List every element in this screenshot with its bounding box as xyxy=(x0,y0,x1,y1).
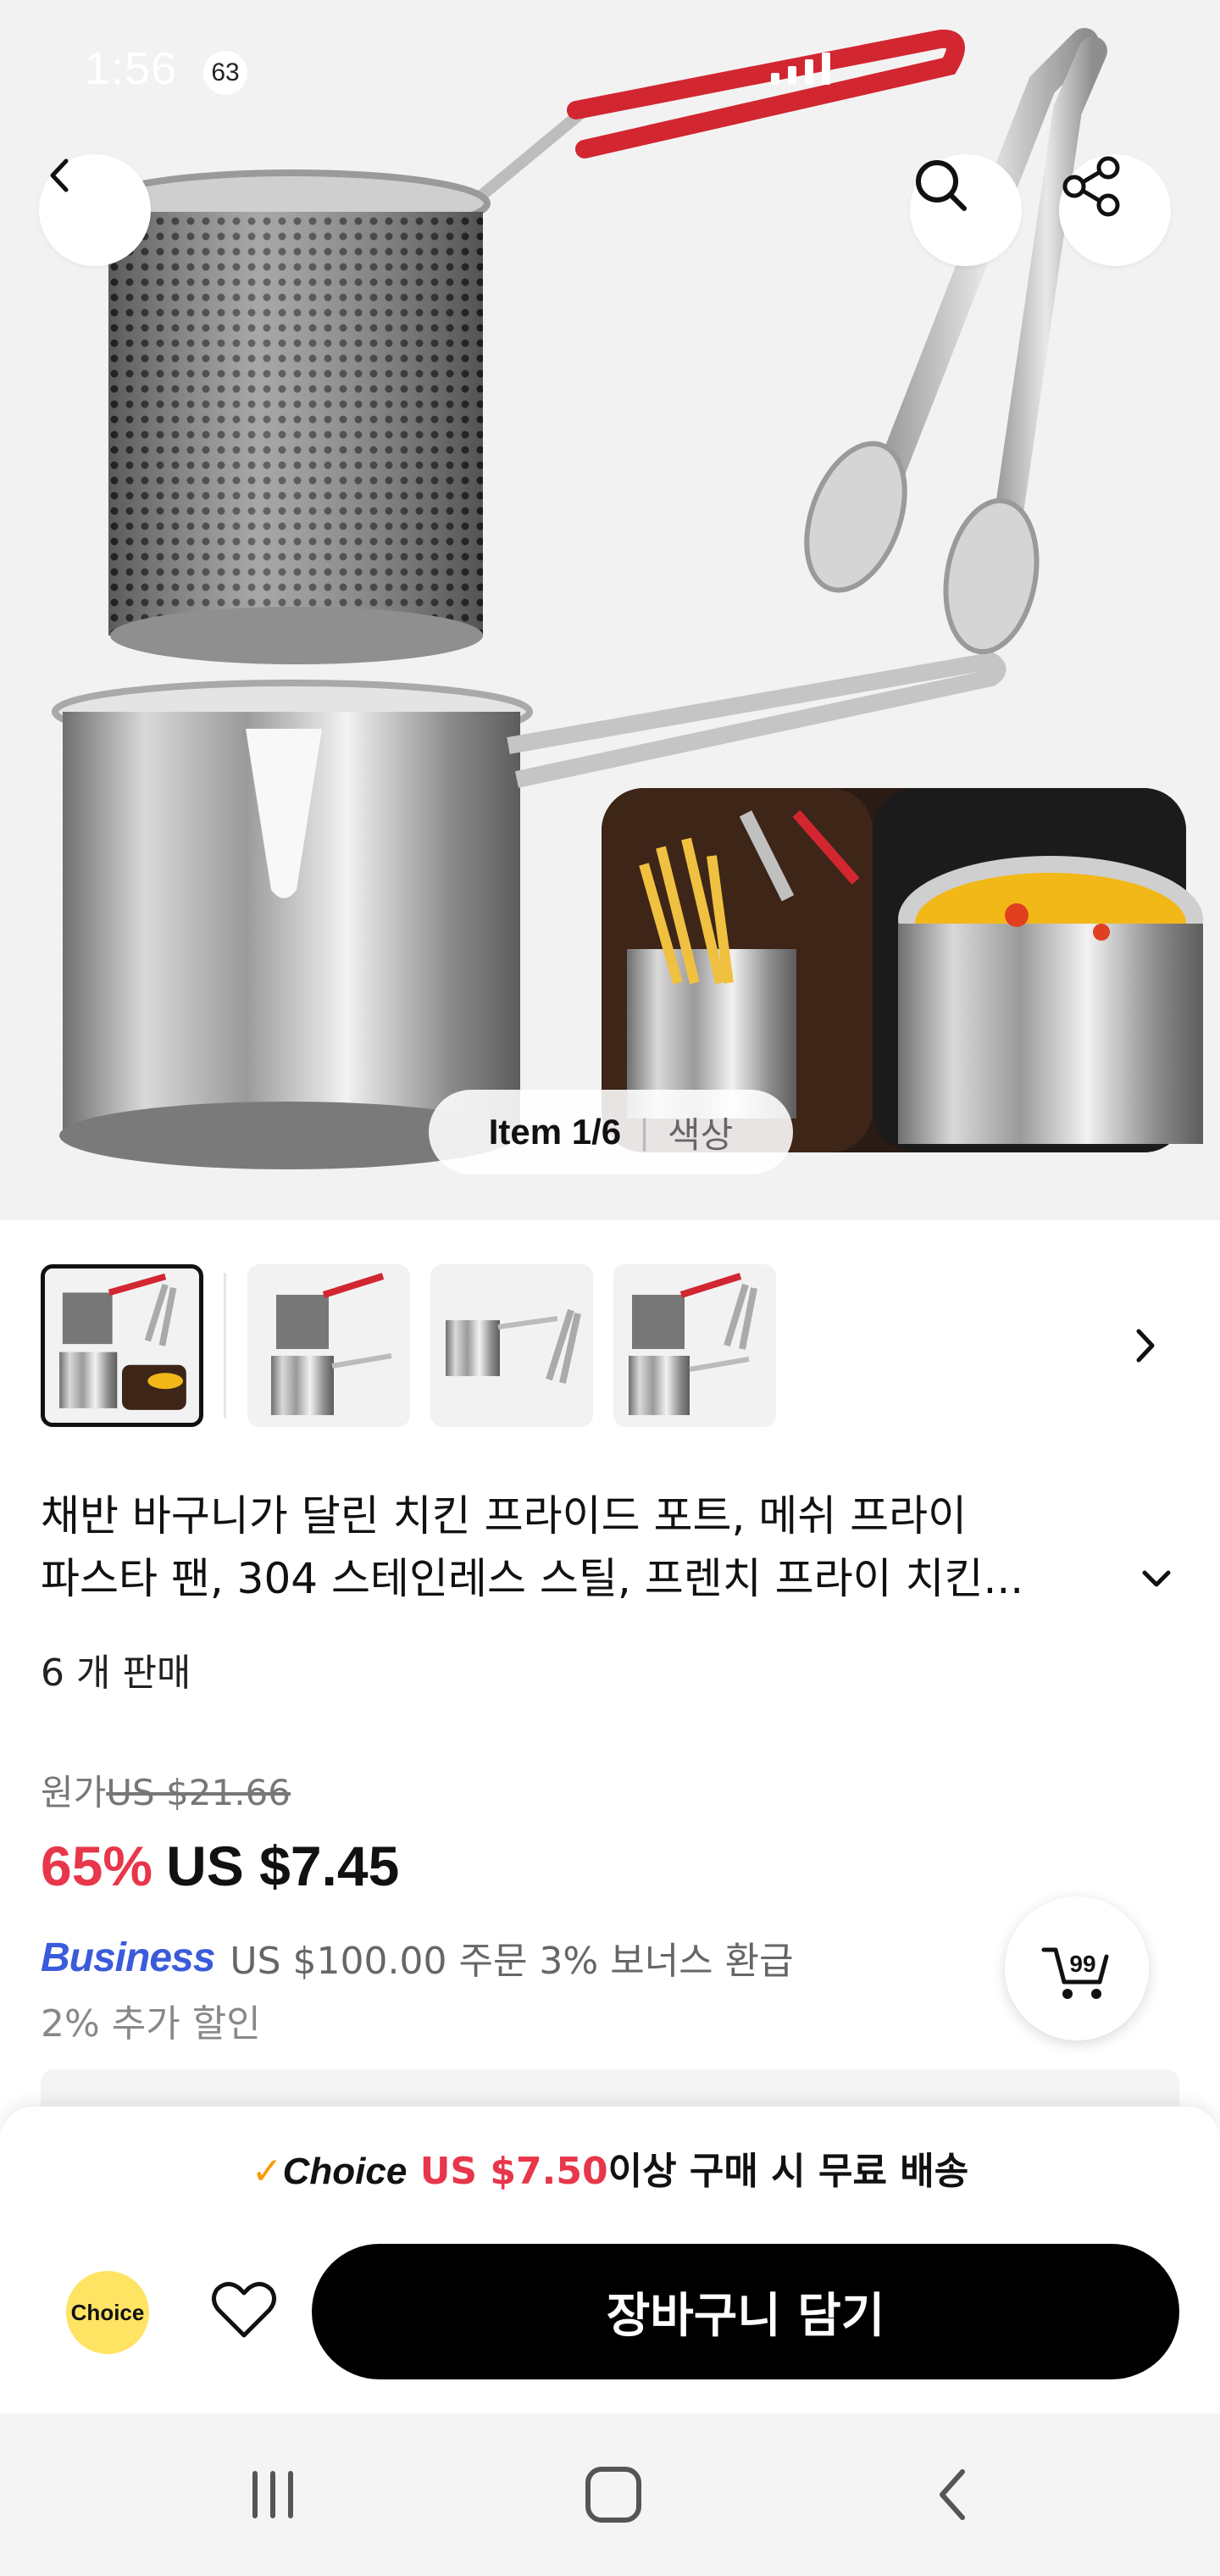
share-icon xyxy=(1062,156,1120,217)
search-button[interactable] xyxy=(910,154,1022,266)
thumbnail-image xyxy=(446,1308,581,1384)
product-image xyxy=(52,28,1203,1169)
thumbnail-image xyxy=(629,1273,757,1415)
free-shipping-threshold: US $7.50 xyxy=(419,2150,608,2193)
original-price: 원가US $21.66 xyxy=(41,1764,291,1816)
free-shipping-banner: ✓Choice US $7.50이상 구매 시 무료 배송 xyxy=(0,2140,1220,2195)
thumbnail-divider xyxy=(224,1273,226,1418)
system-back-button[interactable] xyxy=(903,2444,1005,2545)
thumbnail-image xyxy=(271,1273,392,1415)
thumbnail-2[interactable] xyxy=(247,1264,410,1427)
thumbnail-3[interactable] xyxy=(430,1264,593,1427)
back-button[interactable] xyxy=(39,154,151,266)
discount-percent: 65% xyxy=(41,1835,153,1897)
chevron-right-icon xyxy=(1136,1329,1155,1363)
signal-icon xyxy=(771,53,830,85)
extra-discount: 2% 추가 할인 xyxy=(41,2002,261,2046)
chevron-down-icon xyxy=(1142,1570,1171,1587)
search-icon xyxy=(916,160,967,211)
pill-divider: | xyxy=(640,1112,650,1152)
business-logo: Business xyxy=(41,1935,215,1980)
product-title[interactable]: 채반 바구니가 달린 치킨 프라이드 포트, 메쉬 프라이 파스타 팬, 304… xyxy=(41,1485,1142,1610)
product-image-gallery[interactable]: 1:56 63 Item 1/6 | 색상 xyxy=(0,0,1220,1220)
bottom-action-bar: ✓Choice US $7.50이상 구매 시 무료 배송 Choice 장바구… xyxy=(0,2107,1220,2413)
product-title-line-1: 채반 바구니가 달린 치킨 프라이드 포트, 메쉬 프라이 xyxy=(41,1491,968,1541)
cart-icon: 99 xyxy=(1041,1947,1109,1999)
system-nav-bar xyxy=(0,2413,1220,2576)
share-button[interactable] xyxy=(1059,154,1171,266)
check-icon: ✓ xyxy=(251,2150,283,2193)
business-bonus-text: US $100.00 주문 3% 보너스 환급 xyxy=(230,1940,794,1983)
heart-icon xyxy=(212,2282,276,2338)
original-price-value: US $21.66 xyxy=(106,1772,291,1813)
thumbnail-image xyxy=(59,1273,186,1410)
status-time: 1:56 xyxy=(85,43,178,94)
thumbnail-strip xyxy=(41,1264,1179,1427)
recent-apps-button[interactable] xyxy=(222,2444,324,2545)
product-page: 1:56 63 Item 1/6 | 색상 채반 바구니가 달린 치킨 프라이드… xyxy=(0,0,1220,2576)
business-bonus[interactable]: Business US $100.00 주문 3% 보너스 환급 xyxy=(41,1930,794,1985)
thumbnail-4[interactable] xyxy=(613,1264,776,1427)
notification-count-badge: 63 xyxy=(203,51,247,95)
add-to-cart-button[interactable]: 장바구니 담기 xyxy=(312,2244,1179,2379)
choice-logo[interactable]: Choice xyxy=(66,2271,149,2354)
cart-button[interactable]: 99 xyxy=(1005,1896,1149,2040)
free-shipping-text: 이상 구매 시 무료 배송 xyxy=(607,2150,969,2193)
chevron-left-icon xyxy=(50,158,69,192)
home-button[interactable] xyxy=(563,2444,664,2545)
sold-count: 6 개 판매 xyxy=(41,1652,191,1695)
option-label: 색상 xyxy=(668,1114,734,1155)
original-price-label: 원가 xyxy=(41,1772,107,1813)
cart-count-badge: 99 xyxy=(1069,1951,1095,1977)
product-title-line-2: 파스타 팬, 304 스테인레스 스틸, 프렌치 프라이 치킨... xyxy=(41,1554,1024,1603)
thumbnail-1[interactable] xyxy=(41,1264,203,1427)
current-price: US $7.45 xyxy=(166,1835,400,1897)
image-counter-pill[interactable]: Item 1/6 | 색상 xyxy=(429,1090,793,1174)
back-arrow-icon xyxy=(940,2469,965,2520)
thumbnails-next-button[interactable] xyxy=(1112,1312,1179,1380)
expand-title-button[interactable] xyxy=(1135,1557,1178,1600)
home-icon xyxy=(585,2467,641,2523)
image-counter: Item 1/6 xyxy=(488,1112,622,1152)
wishlist-button[interactable] xyxy=(202,2268,286,2352)
choice-label: Choice xyxy=(282,2151,408,2192)
recent-apps-icon xyxy=(252,2471,293,2518)
price-row: 65% US $7.45 xyxy=(41,1834,399,1898)
